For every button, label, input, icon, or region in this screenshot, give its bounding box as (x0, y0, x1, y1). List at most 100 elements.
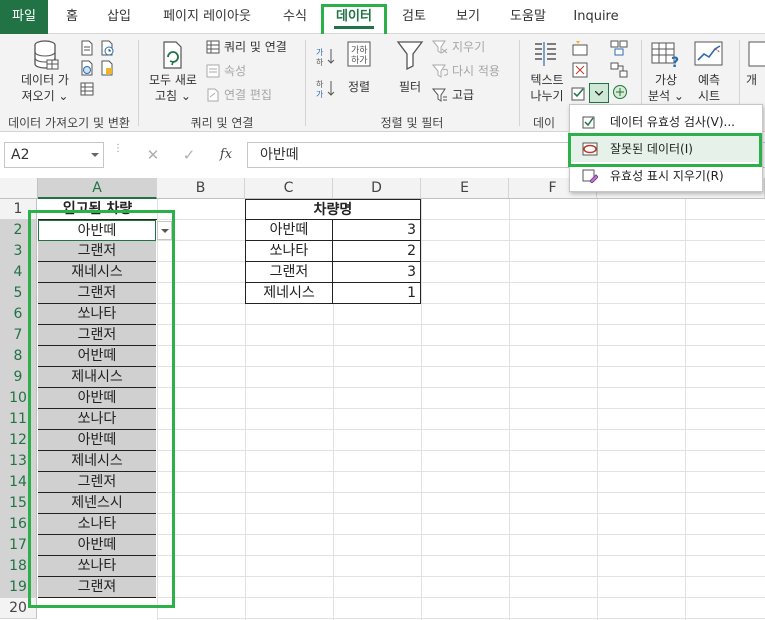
row-header-16[interactable]: 16 (0, 514, 37, 535)
menu-item-clear-validation-circles[interactable]: 유효성 표시 지우기(R) (570, 163, 762, 189)
tab-page-layout[interactable]: 페이지 레이아웃 (152, 0, 262, 34)
row-header-9[interactable]: 9 (0, 367, 37, 388)
sort-ascending-icon[interactable]: 가하 (316, 46, 336, 66)
row-header-4[interactable]: 4 (0, 262, 37, 283)
summary-table-header[interactable]: 차량명 (245, 199, 421, 220)
cell-a10[interactable]: 아반떼 (38, 388, 156, 409)
data-model-icon[interactable] (612, 84, 628, 100)
cell-a1-header[interactable]: 입고된 차량 (38, 199, 157, 220)
flash-fill-icon[interactable] (572, 40, 588, 56)
validation-list-dropdown-button[interactable] (157, 221, 172, 240)
tab-review[interactable]: 검토 (392, 0, 436, 34)
relationships-icon[interactable] (610, 62, 628, 78)
summary-vehicle-name[interactable]: 아반떼 (245, 220, 333, 241)
tab-inquire[interactable]: Inquire (566, 0, 626, 34)
cell-a15[interactable]: 제넨스시 (38, 493, 156, 514)
row-header-20[interactable]: 20 (0, 598, 37, 619)
data-validation-button[interactable] (570, 84, 588, 102)
tab-data[interactable]: 데이터 (326, 0, 382, 34)
queries-connections-button[interactable]: 쿼리 및 연결 (206, 38, 287, 56)
row-header-19[interactable]: 19 (0, 577, 37, 598)
menu-item-circle-invalid-data[interactable]: 잘못된 데이터(I) (570, 136, 762, 162)
insert-function-button[interactable]: fx (214, 144, 238, 166)
reapply-button[interactable]: 다시 적용 (432, 62, 500, 80)
sort-button[interactable]: 가하 하가 정렬 (342, 40, 376, 100)
tab-view[interactable]: 보기 (446, 0, 490, 34)
what-if-analysis-button[interactable]: ? 가상 분석 ⌄ (646, 40, 686, 104)
summary-vehicle-count[interactable]: 3 (333, 220, 421, 241)
row-header-2[interactable]: 2 (0, 220, 37, 241)
summary-vehicle-count[interactable]: 2 (333, 241, 421, 262)
filter-button[interactable]: 필터 (390, 40, 430, 100)
get-data-button[interactable]: 데이터 가 져오기 ⌄ (14, 40, 76, 104)
cell-a9[interactable]: 제내시스 (38, 367, 156, 388)
enter-button[interactable]: ✓ (178, 144, 200, 166)
from-web-icon[interactable] (80, 60, 94, 76)
row-header-7[interactable]: 7 (0, 325, 37, 346)
cell-a2[interactable]: 아반떼 (38, 220, 156, 241)
cell-a3[interactable]: 그랜저 (38, 241, 156, 262)
existing-connections-icon[interactable] (100, 60, 114, 76)
row-header-5[interactable]: 5 (0, 283, 37, 304)
clear-filter-button[interactable]: 지우기 (432, 38, 485, 56)
column-header-d[interactable]: D (333, 178, 421, 199)
from-text-icon[interactable] (80, 40, 94, 56)
tab-home[interactable]: 홈 (56, 0, 88, 34)
refresh-all-button[interactable]: 모두 새로 고침 ⌄ (144, 40, 202, 104)
recent-sources-icon[interactable] (100, 40, 114, 56)
cell-a5[interactable]: 그랜저 (38, 283, 156, 304)
tab-insert[interactable]: 삽입 (98, 0, 140, 34)
cell-a17[interactable]: 아반떼 (38, 535, 156, 556)
cell-a19[interactable]: 그랜져 (38, 577, 156, 598)
cell-a14[interactable]: 그렌저 (38, 472, 156, 493)
name-box[interactable]: A2 (4, 142, 104, 168)
summary-vehicle-count[interactable]: 1 (333, 283, 421, 304)
tab-formulas[interactable]: 수식 (274, 0, 316, 34)
data-validation-dropdown-arrow[interactable] (589, 83, 609, 103)
edit-links-button[interactable]: 연결 편집 (206, 86, 272, 104)
cell-a8[interactable]: 어반떼 (38, 346, 156, 367)
row-header-3[interactable]: 3 (0, 241, 37, 262)
select-all-corner[interactable] (0, 178, 38, 199)
remove-duplicates-icon[interactable] (572, 62, 588, 78)
cell-a16[interactable]: 소나타 (38, 514, 156, 535)
column-header-e[interactable]: E (421, 178, 509, 199)
properties-button[interactable]: 속성 (206, 62, 246, 80)
from-table-icon[interactable] (80, 82, 94, 96)
row-header-15[interactable]: 15 (0, 493, 37, 514)
column-header-c[interactable]: C (245, 178, 333, 199)
row-header-6[interactable]: 6 (0, 304, 37, 325)
row-header-17[interactable]: 17 (0, 535, 37, 556)
menu-item-data-validation[interactable]: 데이터 유효성 검사(V)... (570, 109, 762, 135)
summary-vehicle-name[interactable]: 쏘나타 (245, 241, 333, 262)
summary-vehicle-count[interactable]: 3 (333, 262, 421, 283)
cell-a12[interactable]: 아반떼 (38, 430, 156, 451)
forecast-sheet-button[interactable]: 예측 시트 (690, 40, 728, 104)
row-header-12[interactable]: 12 (0, 430, 37, 451)
cell-a6[interactable]: 쏘나타 (38, 304, 156, 325)
column-header-a[interactable]: A (38, 178, 157, 199)
summary-vehicle-name[interactable]: 그랜저 (245, 262, 333, 283)
text-to-columns-button[interactable]: 텍스트 나누기 (526, 40, 568, 104)
cancel-button[interactable]: ✕ (142, 144, 164, 166)
tab-file[interactable]: 파일 (0, 0, 48, 34)
cell-a18[interactable]: 쏘나타 (38, 556, 156, 577)
consolidate-icon[interactable] (610, 40, 628, 56)
cell-a13[interactable]: 제네시스 (38, 451, 156, 472)
row-header-11[interactable]: 11 (0, 409, 37, 430)
row-header-14[interactable]: 14 (0, 472, 37, 493)
row-header-8[interactable]: 8 (0, 346, 37, 367)
row-header-13[interactable]: 13 (0, 451, 37, 472)
cell-a11[interactable]: 쏘나다 (38, 409, 156, 430)
column-header-b[interactable]: B (157, 178, 245, 199)
cell-a7[interactable]: 그랜저 (38, 325, 156, 346)
tab-help[interactable]: 도움말 (500, 0, 556, 34)
advanced-filter-button[interactable]: 고급 (432, 86, 474, 104)
row-header-10[interactable]: 10 (0, 388, 37, 409)
outline-button[interactable]: 개 (744, 40, 765, 104)
row-header-1[interactable]: 1 (0, 199, 37, 220)
cell-a4[interactable]: 재네시스 (38, 262, 156, 283)
row-header-18[interactable]: 18 (0, 556, 37, 577)
sort-descending-icon[interactable]: 하가 (316, 78, 336, 98)
summary-vehicle-name[interactable]: 제네시스 (245, 283, 333, 304)
